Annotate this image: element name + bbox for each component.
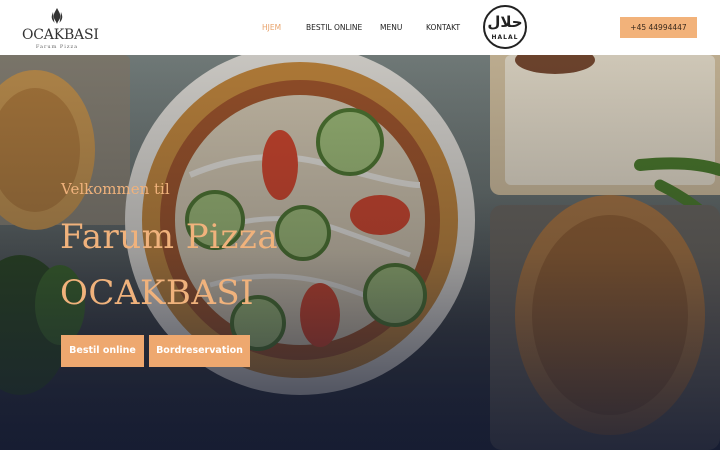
- brand-name: OCAKBASI: [22, 27, 99, 43]
- brand-logo[interactable]: OCAKBASI Farum Pizza: [22, 8, 99, 50]
- table-reservation-button[interactable]: Bordreservation: [149, 335, 250, 367]
- hero-title-line2: OCAKBASI: [60, 273, 255, 313]
- order-online-button[interactable]: Bestil online: [61, 335, 144, 367]
- nav-item-hjem[interactable]: HJEM: [262, 22, 281, 34]
- nav-item-menu[interactable]: MENU: [380, 22, 402, 34]
- hero-welcome-text: Velkommen til: [61, 180, 170, 198]
- nav-item-kontakt[interactable]: KONTAKT: [426, 22, 460, 34]
- halal-label: HALAL: [491, 34, 519, 41]
- halal-arabic-text: حلال: [487, 13, 523, 31]
- hero-title-line1: Farum Pizza: [60, 217, 279, 257]
- brand-tagline: Farum Pizza: [35, 44, 79, 50]
- flame-icon: [51, 8, 63, 24]
- halal-badge: حلال HALAL: [483, 5, 527, 49]
- hero-section: Velkommen til Farum Pizza OCAKBASI Besti…: [0, 55, 720, 450]
- nav-item-bestil-online[interactable]: BESTIL ONLINE: [306, 22, 362, 34]
- site-header: OCAKBASI Farum Pizza HJEM BESTIL ONLINE …: [0, 0, 720, 55]
- phone-button[interactable]: +45 44994447: [620, 17, 697, 38]
